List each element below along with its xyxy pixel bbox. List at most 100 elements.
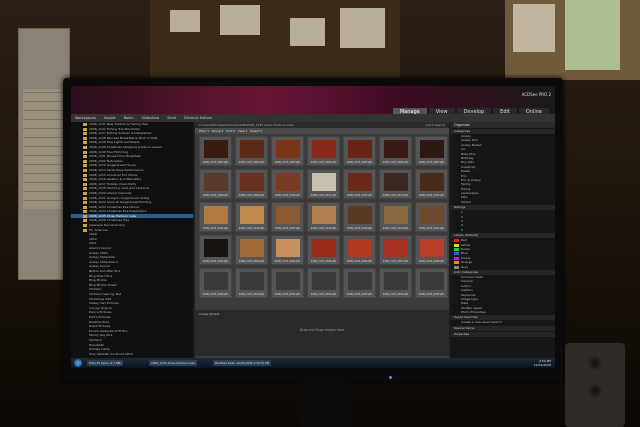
thumbnail-image: [384, 173, 408, 191]
thumbnail[interactable]: 2008_1225_0004.JPG: [307, 136, 340, 166]
view-menu[interactable]: View: [238, 129, 245, 133]
thumbnail[interactable]: 2008_1225_0033.JPG: [343, 268, 376, 298]
thumbnail[interactable]: 2008_1225_0008.JPG: [199, 169, 232, 199]
thumbnail-image: [348, 206, 372, 224]
thumbnail[interactable]: 2008_1225_0026.JPG: [343, 235, 376, 265]
thumbnail-image: [420, 239, 444, 257]
auto-category-item-label: Keywords: [461, 292, 476, 297]
label-item[interactable]: Gray: [451, 265, 555, 269]
thumbnail[interactable]: 2008_1225_0017.JPG: [271, 202, 304, 232]
thumbnail-filename: 2008_1225_0034.JPG: [382, 293, 409, 296]
saved-search-hint[interactable]: Create a new saved search: [451, 320, 555, 324]
thumbnail[interactable]: 2008_1225_0003.JPG: [271, 136, 304, 166]
thumbnail-image: [276, 140, 300, 158]
thumbnail[interactable]: 2008_1225_0009.JPG: [235, 169, 268, 199]
thumbnail[interactable]: 2008_1225_0011.JPG: [307, 169, 340, 199]
monitor-stand: [300, 382, 350, 427]
thumbnail-filename: 2008_1225_0018.JPG: [310, 227, 337, 230]
thumbnail[interactable]: 2008_1225_0010.JPG: [271, 169, 304, 199]
thumbnail-filename: 2008_1225_0020.JPG: [382, 227, 409, 230]
start-button-icon[interactable]: [74, 359, 82, 367]
organize-pane: Organize Categories Ansley Ansley Polo Ans…: [451, 122, 555, 358]
thumbnail[interactable]: 2008_1225_0032.JPG: [307, 268, 340, 298]
thumbnail-image: [240, 239, 264, 257]
pinned-note: [340, 8, 385, 48]
external-editors-menu[interactable]: External Editors: [184, 116, 212, 120]
properties-tab[interactable]: Properties: [451, 331, 555, 337]
thumbnail-filename: 2008_1225_0005.JPG: [346, 161, 373, 164]
rating-item[interactable]: 5: [451, 228, 555, 232]
thumbnail-image: [204, 140, 228, 158]
thumbnail-filename: 2008_1225_0009.JPG: [238, 194, 265, 197]
speaker: [565, 343, 625, 427]
thumbnail[interactable]: 2008_1225_0025.JPG: [307, 235, 340, 265]
batch-menu[interactable]: Batch: [124, 116, 134, 120]
thumbnail-filename: 2008_1225_0025.JPG: [310, 260, 337, 263]
thumbnail-image: [384, 140, 408, 158]
thumbnail[interactable]: 2008_1225_0018.JPG: [307, 202, 340, 232]
thumbnail[interactable]: 2008_1225_0001.JPG: [199, 136, 232, 166]
category-item-label: School: [461, 199, 471, 204]
auto-category-item[interactable]: Photo Properties: [451, 310, 555, 314]
main-toolbar: Workspaces Import Batch Slideshow Send E…: [71, 114, 555, 122]
thumbnail-image: [276, 173, 300, 191]
thumbnail[interactable]: 2008_1225_0028.JPG: [415, 235, 448, 265]
pinned-note: [290, 18, 325, 46]
taskbar-clock[interactable]: 4:59 PM 12/26/2008: [534, 359, 551, 367]
thumbnail[interactable]: 2008_1225_0002.JPG: [235, 136, 268, 166]
thumbnail-image: [384, 272, 408, 290]
thumbnail[interactable]: 2008_1225_0019.JPG: [343, 202, 376, 232]
thumbnail[interactable]: 2008_1225_0013.JPG: [379, 169, 412, 199]
pinned-note: [170, 10, 200, 32]
thumbnail-filename: 2008_1225_0014.JPG: [418, 194, 445, 197]
thumbnail[interactable]: 2008_1225_0024.JPG: [271, 235, 304, 265]
select-menu[interactable]: Select: [250, 129, 259, 133]
status-modified: Modified Date: 12/25/2008 4:39:35 PM: [213, 360, 272, 366]
workspaces-menu[interactable]: Workspaces: [75, 116, 96, 120]
thumbnail[interactable]: 2008_1225_0012.JPG: [343, 169, 376, 199]
thumbnail[interactable]: 2008_1225_0022.JPG: [199, 235, 232, 265]
thumbnail[interactable]: 2008_1225_0030.JPG: [235, 268, 268, 298]
ratings-list: 12345: [451, 210, 555, 232]
thumbnail-filename: 2008_1225_0035.JPG: [418, 293, 445, 296]
quick-search-input[interactable]: Quick Search: [425, 122, 445, 128]
thumbnail[interactable]: 2008_1225_0005.JPG: [343, 136, 376, 166]
image-basket-hint: Drag and Drop images here: [299, 328, 345, 332]
auto-category-item-label: Camera: [461, 279, 473, 284]
auto-category-item-label: Image type: [461, 296, 479, 301]
thumbnail[interactable]: 2008_1225_0021.JPG: [415, 202, 448, 232]
thumbnail[interactable]: 2008_1225_0035.JPG: [415, 268, 448, 298]
folder-item[interactable]: Holy Sabbath Ice Shoot 2010: [71, 352, 193, 357]
thumbnail[interactable]: 2008_1225_0015.JPG: [199, 202, 232, 232]
speaker-cone: [587, 383, 603, 399]
filter-menu[interactable]: Filter: [199, 129, 206, 133]
send-menu[interactable]: Send: [167, 116, 176, 120]
thumbnail[interactable]: 2008_1225_0006.JPG: [379, 136, 412, 166]
image-basket[interactable]: Image Basket Drag and Drop images here: [195, 310, 449, 356]
thumbnail[interactable]: 2008_1225_0023.JPG: [235, 235, 268, 265]
thumbnail-image: [420, 206, 444, 224]
group-menu[interactable]: Group: [212, 129, 221, 133]
thumbnail[interactable]: 2008_1225_0020.JPG: [379, 202, 412, 232]
thumbnail-filename: 2008_1225_0012.JPG: [346, 194, 373, 197]
thumbnail[interactable]: 2008_1225_0029.JPG: [199, 268, 232, 298]
thumbnail-filename: 2008_1225_0019.JPG: [346, 227, 373, 230]
sort-menu[interactable]: Sort: [226, 129, 232, 133]
pinned-note: [513, 4, 555, 52]
category-item[interactable]: School: [451, 200, 555, 204]
thumbnail[interactable]: 2008_1225_0034.JPG: [379, 268, 412, 298]
slideshow-menu[interactable]: Slideshow: [142, 116, 160, 120]
category-item-label: Creativity: [461, 164, 476, 169]
thumbnail[interactable]: 2008_1225_0016.JPG: [235, 202, 268, 232]
thumbnail[interactable]: 2008_1225_0014.JPG: [415, 169, 448, 199]
label-item-label: Gray: [461, 264, 469, 269]
thumbnail[interactable]: 2008_1225_0007.JPG: [415, 136, 448, 166]
special-items-header[interactable]: Special Items: [451, 325, 555, 331]
thumbnail[interactable]: 2008_1225_0031.JPG: [271, 268, 304, 298]
import-menu[interactable]: Import: [104, 116, 116, 120]
thumbnail-image: [312, 206, 336, 224]
thumbnail-filename: 2008_1225_0026.JPG: [346, 260, 373, 263]
thumbnail-filename: 2008_1225_0016.JPG: [238, 227, 265, 230]
thumbnail[interactable]: 2008_1225_0027.JPG: [379, 235, 412, 265]
rating-item-label: 5: [461, 227, 463, 232]
